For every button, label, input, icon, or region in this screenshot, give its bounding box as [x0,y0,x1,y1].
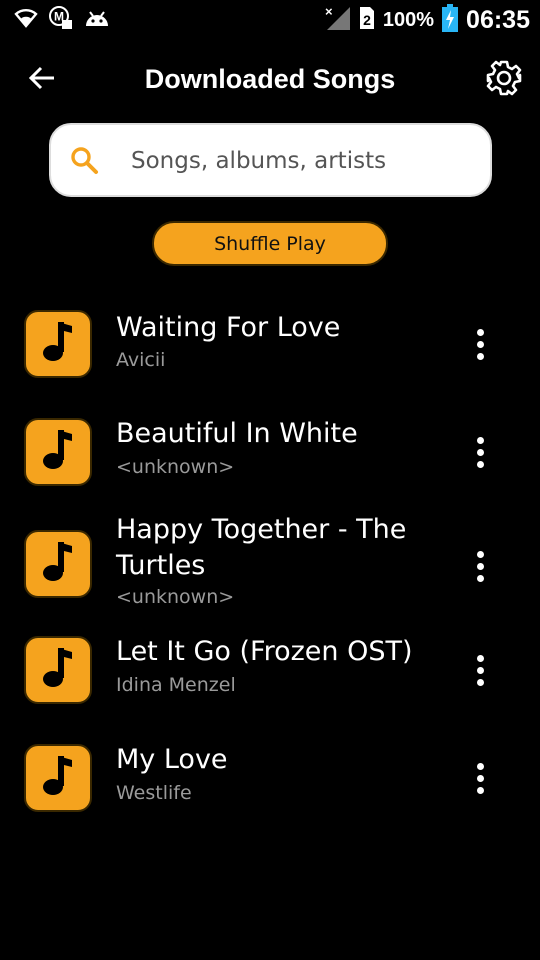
search-icon [69,145,99,175]
battery-charging-icon [442,4,459,36]
sim-icon: 2 [359,6,375,34]
search-input[interactable] [131,137,471,185]
more-options-button[interactable] [466,432,494,472]
signal-off-icon: × [323,4,351,35]
song-title: Beautiful In White [116,418,358,449]
more-options-button[interactable] [466,324,494,364]
album-art [24,530,92,598]
status-right-icons: × 2 100% 06:35 [323,4,530,36]
more-vert-icon [476,436,484,444]
m-notification-icon: M [48,6,74,34]
settings-button[interactable] [484,60,524,100]
music-note-icon [40,754,76,802]
battery-percent: 100% [382,8,435,31]
song-artist: Idina Menzel [116,674,236,696]
music-note-icon [40,540,76,588]
svg-text:×: × [325,5,333,19]
more-options-button[interactable] [466,650,494,690]
wifi-icon [14,8,38,32]
song-row-3[interactable]: Happy Together - The Turtles <unknown> [0,512,540,612]
music-note-icon [40,428,76,476]
music-note-icon [40,646,76,694]
song-title: Waiting For Love [116,312,341,343]
song-artist: Avicii [116,349,166,371]
song-row-2[interactable]: Beautiful In White <unknown> [0,418,540,488]
more-options-button[interactable] [466,546,494,586]
song-artist: <unknown> [116,456,235,478]
app-bar: Downloaded Songs [0,52,540,108]
song-title: Happy Together - The Turtles [116,514,407,581]
shuffle-play-button[interactable]: Shuffle Play [152,221,388,266]
more-vert-icon [476,550,484,558]
album-art [24,418,92,486]
album-art [24,636,92,704]
svg-text:2: 2 [363,12,371,28]
album-art [24,310,92,378]
more-vert-icon [476,762,484,770]
song-row-5[interactable]: My Love Westlife [0,744,540,814]
song-row-4[interactable]: Let It Go (Frozen OST) Idina Menzel [0,636,540,706]
more-options-button[interactable] [466,758,494,798]
status-bar: M × 2 100% 06:35 [0,0,540,40]
gear-icon [485,59,523,101]
song-artist: <unknown> [116,586,235,608]
page-title: Downloaded Songs [144,64,396,94]
search-bar[interactable] [49,123,492,197]
music-note-icon [40,320,76,368]
android-debug-icon [84,8,110,32]
more-vert-icon [476,328,484,336]
album-art [24,744,92,812]
status-left-icons: M [14,6,110,34]
song-row-1[interactable]: Waiting For Love Avicii [0,310,540,380]
song-title: My Love [116,744,228,775]
song-title: Let It Go (Frozen OST) [116,636,413,667]
song-artist: Westlife [116,782,192,804]
more-vert-icon [476,654,484,662]
status-time: 06:35 [466,5,530,34]
